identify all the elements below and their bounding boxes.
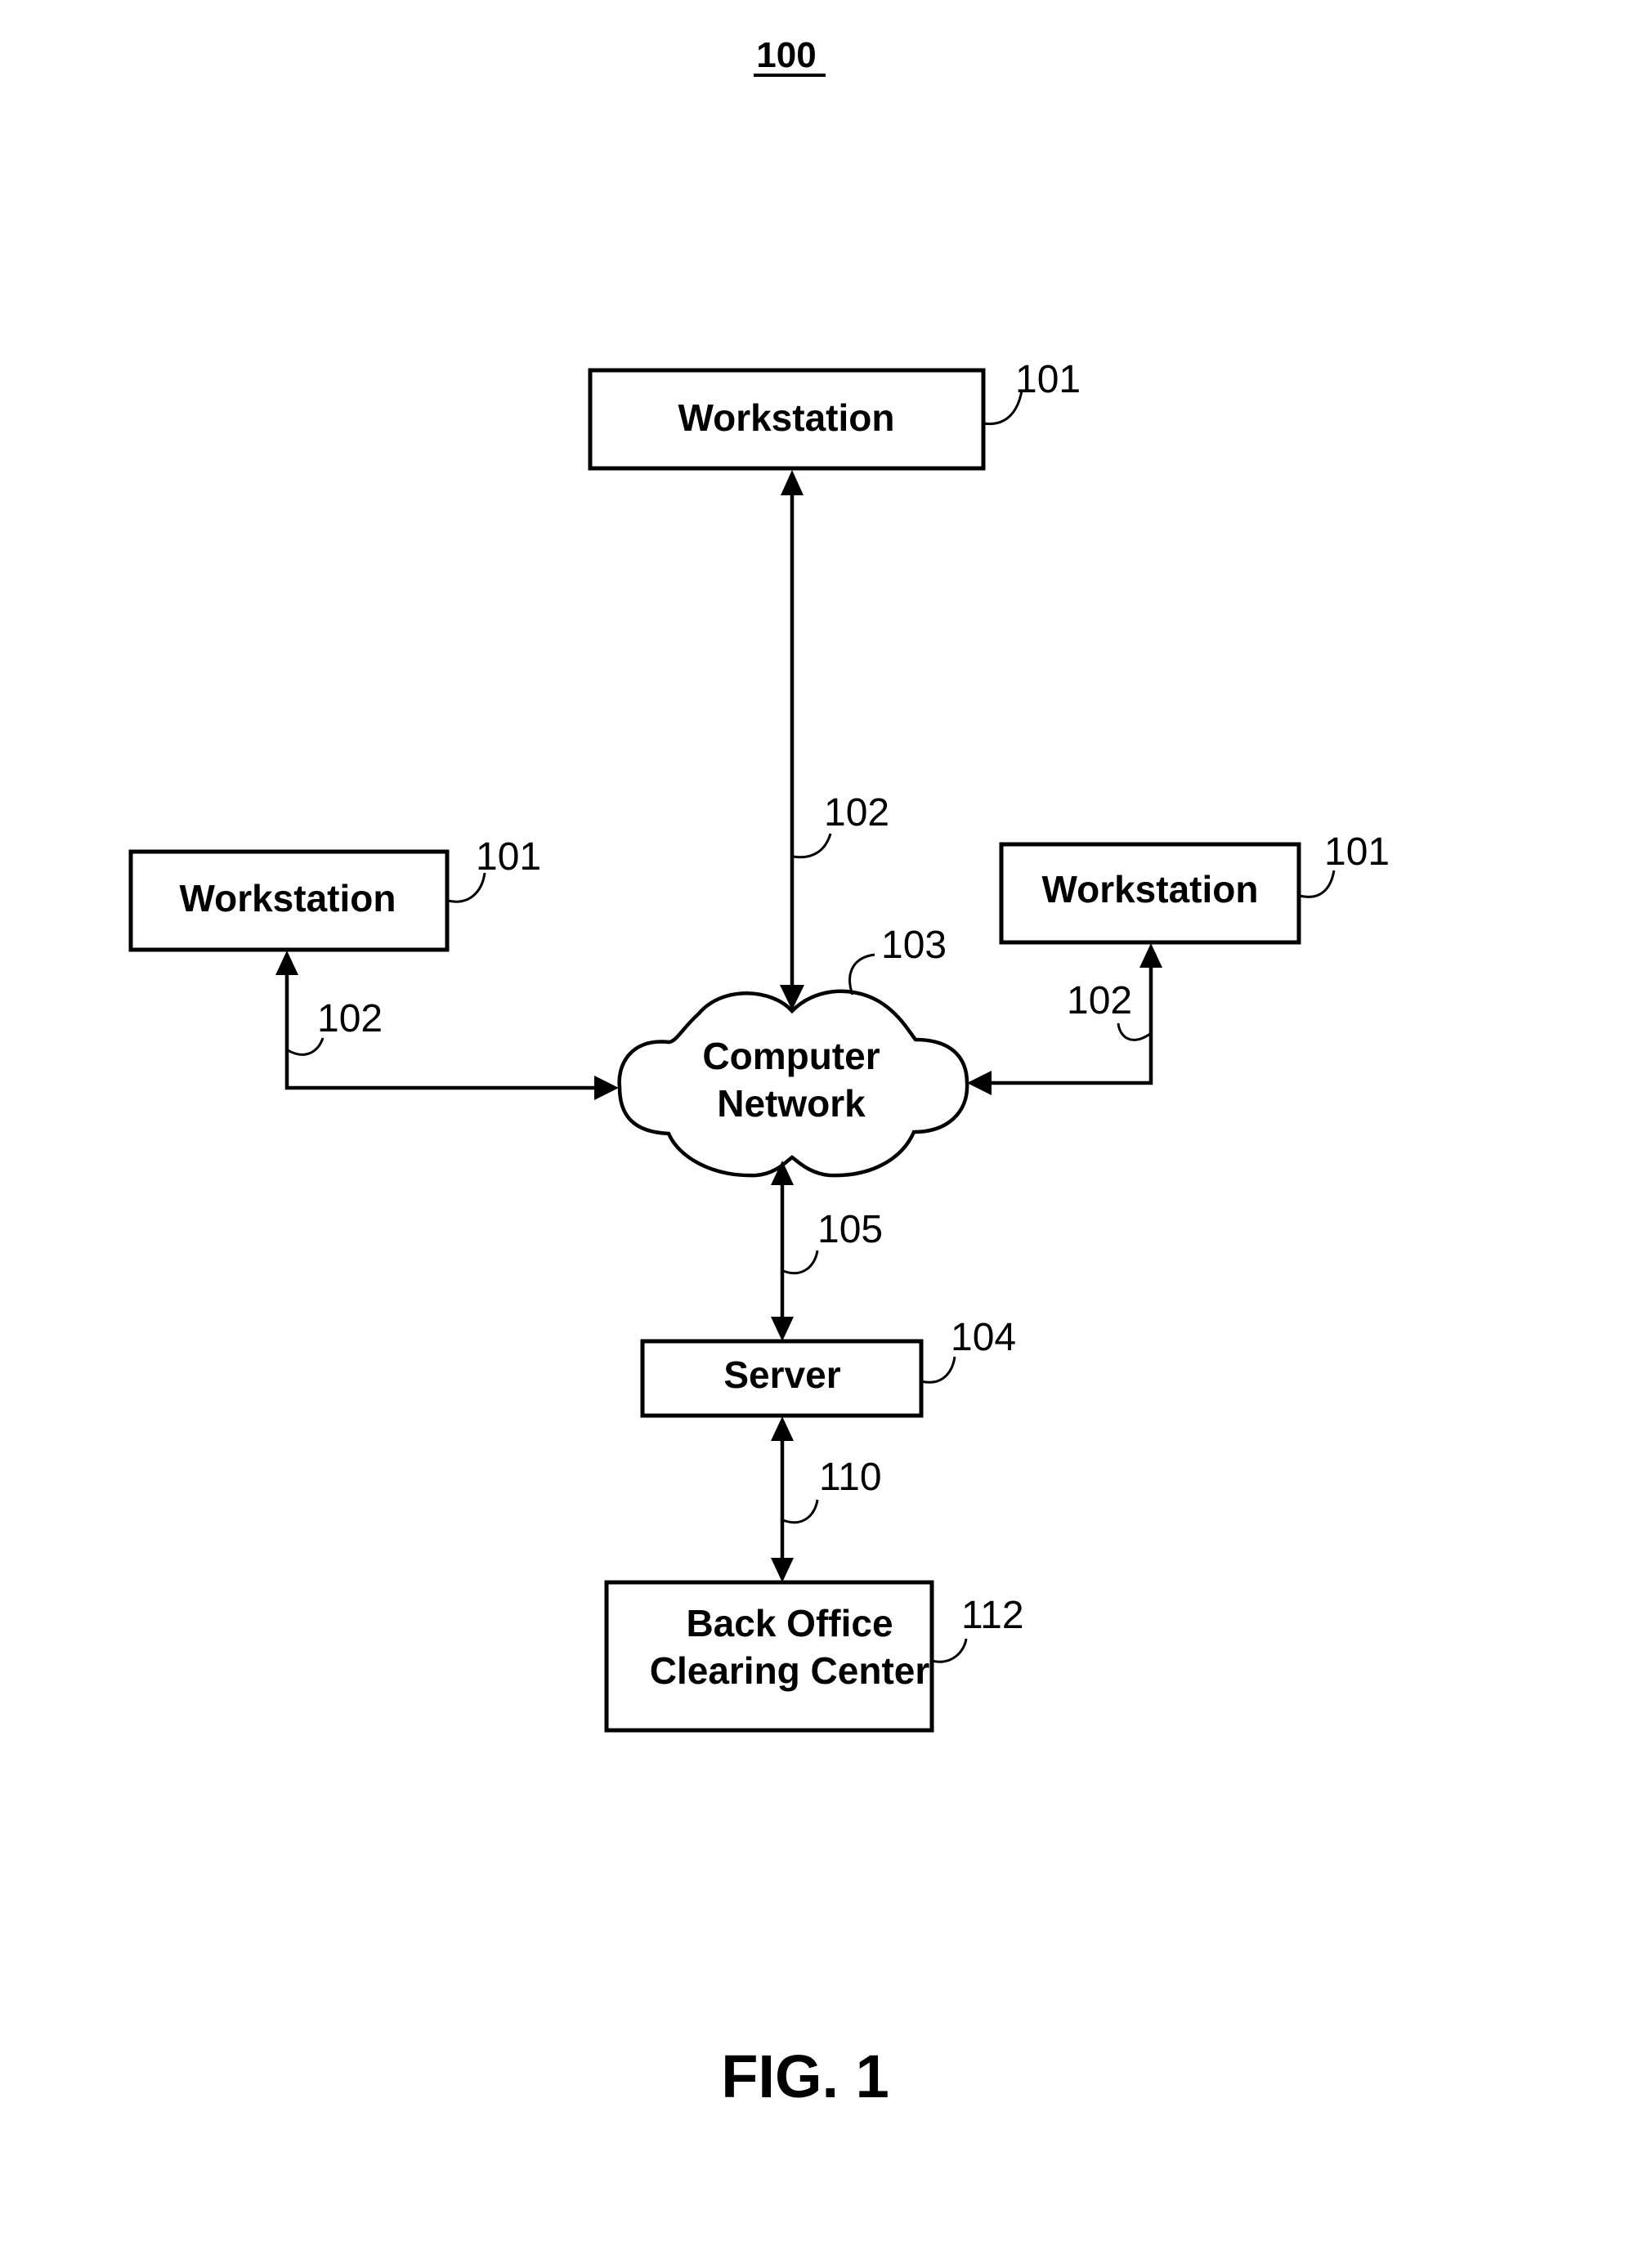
figure-number-text: 100 <box>756 35 816 75</box>
arrowhead-down-icon <box>771 1558 794 1582</box>
figure-number: 100 <box>754 35 826 77</box>
workstation-left[interactable]: Workstation 101 <box>128 835 541 952</box>
workstation-right-ref: 101 <box>1324 830 1390 874</box>
arrowhead-up-icon <box>1139 943 1162 968</box>
workstation-top[interactable]: Workstation 101 <box>588 358 1081 471</box>
server-leader <box>920 1356 956 1384</box>
connection-top-ref: 102 <box>824 791 889 834</box>
server[interactable]: Server 104 <box>640 1316 1016 1418</box>
arrowhead-up-icon <box>781 470 804 495</box>
connection-left-workstation-network: 102 <box>275 951 619 1100</box>
connection-105-leader <box>782 1250 819 1275</box>
back-office-label-line2: Clearing Center <box>650 1649 930 1692</box>
workstation-right-leader <box>1299 870 1336 898</box>
connection-right-workstation-network: 102 <box>967 943 1162 1095</box>
workstation-right-label: Workstation <box>1042 868 1259 910</box>
back-office-ref: 112 <box>961 1594 1024 1637</box>
back-office-leader <box>931 1638 968 1663</box>
workstation-top-ref: 101 <box>1015 358 1081 401</box>
connection-110-ref: 110 <box>819 1456 882 1499</box>
server-label: Server <box>723 1353 840 1396</box>
network-ref: 103 <box>881 924 947 967</box>
connection-right-leader <box>1117 1022 1151 1041</box>
back-office-clearing-center[interactable]: Back Office Clearing Center 112 <box>604 1580 1024 1733</box>
connection-105-ref: 105 <box>817 1208 883 1251</box>
system-diagram: 100 Workstation 101 Workstation 101 Work… <box>128 35 1390 2110</box>
connection-network-server: 105 <box>771 1161 883 1341</box>
connection-server-backoffice: 110 <box>771 1416 882 1582</box>
arrowhead-up-icon <box>275 951 298 975</box>
connection-top-leader <box>792 833 832 859</box>
arrowhead-up-icon <box>771 1416 794 1441</box>
network-leader <box>848 953 875 995</box>
network-label-line1: Computer <box>702 1035 880 1077</box>
workstation-top-label: Workstation <box>678 396 895 439</box>
workstation-right[interactable]: Workstation 101 <box>999 830 1390 945</box>
connection-110-leader <box>782 1499 819 1524</box>
arrowhead-left-icon <box>967 1071 992 1095</box>
network-label-line2: Network <box>717 1082 866 1125</box>
workstation-left-ref: 101 <box>476 835 541 879</box>
connection-left-leader <box>287 1037 325 1056</box>
figure-caption: FIG. 1 <box>721 2042 889 2110</box>
workstation-left-label: Workstation <box>180 877 396 919</box>
connection-top-workstation-network: 102 <box>780 470 889 1010</box>
back-office-label-line1: Back Office <box>686 1602 893 1644</box>
connection-left-ref: 102 <box>317 997 383 1040</box>
arrowhead-down-icon <box>771 1317 794 1341</box>
arrowhead-right-icon <box>594 1076 619 1100</box>
server-ref: 104 <box>951 1316 1016 1359</box>
connection-right-ref: 102 <box>1067 979 1132 1022</box>
